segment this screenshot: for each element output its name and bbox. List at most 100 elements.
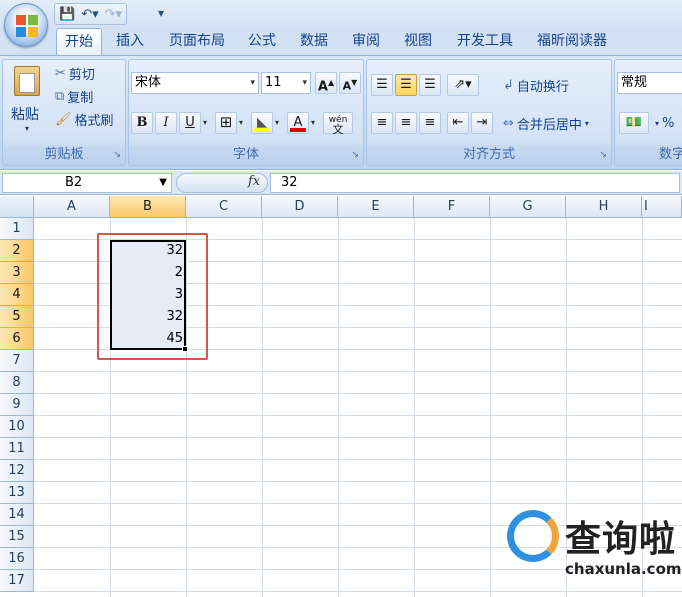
name-box[interactable]: B2 ▼ xyxy=(2,173,172,193)
cut-button[interactable]: ✂ 剪切 xyxy=(55,64,95,83)
font-launcher-icon[interactable]: ↘ xyxy=(351,150,359,160)
phonetic-char-icon: 文 xyxy=(332,123,344,136)
align-middle-icon: ☰ xyxy=(400,77,412,92)
row-header-10[interactable]: 10 xyxy=(0,416,34,438)
wrap-text-label: 自动换行 xyxy=(516,80,569,95)
shrink-font-glyph: A xyxy=(342,79,352,93)
row-header-1[interactable]: 1 xyxy=(0,218,34,240)
clipboard-launcher-icon[interactable]: ↘ xyxy=(113,150,121,160)
column-header-d[interactable]: D xyxy=(262,196,338,218)
office-button[interactable] xyxy=(4,3,48,47)
align-right-button[interactable]: ≡ xyxy=(419,112,441,134)
merge-cells-icon: ⇔ xyxy=(503,116,514,131)
tab-insert[interactable]: 插入 xyxy=(108,28,152,55)
paste-dropdown-icon[interactable]: ▾ xyxy=(25,124,29,133)
insert-function-button[interactable]: fx xyxy=(248,174,260,189)
row-header-16[interactable]: 16 xyxy=(0,548,34,570)
orientation-button[interactable]: ⇗▾ xyxy=(447,74,479,96)
row-header-9[interactable]: 9 xyxy=(0,394,34,416)
row-header-7[interactable]: 7 xyxy=(0,350,34,372)
bold-button[interactable]: B xyxy=(131,112,153,134)
alignment-launcher-icon[interactable]: ↘ xyxy=(599,150,607,160)
paintbrush-icon: 🖌 xyxy=(55,112,72,127)
underline-button[interactable]: U xyxy=(179,112,201,134)
select-all-button[interactable] xyxy=(0,196,34,218)
row-header-6[interactable]: 6 xyxy=(0,328,34,350)
phonetic-guide-button[interactable]: wén 文 xyxy=(323,112,353,136)
column-header-b[interactable]: B xyxy=(110,196,186,218)
tab-page-layout[interactable]: 页面布局 xyxy=(160,28,234,55)
column-header-f[interactable]: F xyxy=(414,196,490,218)
column-header-g[interactable]: G xyxy=(490,196,566,218)
column-header-c[interactable]: C xyxy=(186,196,262,218)
column-header-i[interactable]: I xyxy=(642,196,682,218)
font-color-dropdown-icon[interactable]: ▾ xyxy=(311,118,315,127)
column-header-a[interactable]: A xyxy=(34,196,110,218)
align-top-button[interactable]: ☰ xyxy=(371,74,393,96)
merge-center-button[interactable]: ⇔ 合并后居中 ▾ xyxy=(503,114,589,133)
row-header-2[interactable]: 2 xyxy=(0,240,34,262)
increase-indent-icon: ⇥ xyxy=(476,115,488,130)
column-header-e[interactable]: E xyxy=(338,196,414,218)
italic-button[interactable]: I xyxy=(155,112,177,134)
decrease-indent-button[interactable]: ⇤ xyxy=(447,112,469,134)
row-header-15[interactable]: 15 xyxy=(0,526,34,548)
align-left-button[interactable]: ≡ xyxy=(371,112,393,134)
paste-button[interactable]: 粘贴 ▾ xyxy=(7,64,49,136)
row-header-14[interactable]: 14 xyxy=(0,504,34,526)
font-group: 宋体 ▾ 11 ▾ A▲ A▼ B I U ▾ ⊞ ▾ ◣ ▾ A ▾ wén 文 字… xyxy=(128,59,364,166)
row-header-17[interactable]: 17 xyxy=(0,570,34,592)
increase-indent-button[interactable]: ⇥ xyxy=(471,112,493,134)
highlight-annotation-box xyxy=(97,233,208,360)
grow-font-button[interactable]: A▲ xyxy=(315,72,337,94)
font-size-combo[interactable]: 11 ▾ xyxy=(261,72,311,94)
percent-button[interactable]: ▾% xyxy=(655,116,674,131)
row-header-13[interactable]: 13 xyxy=(0,482,34,504)
tab-formulas[interactable]: 公式 xyxy=(240,28,284,55)
borders-dropdown-icon[interactable]: ▾ xyxy=(239,118,243,127)
shrink-font-button[interactable]: A▼ xyxy=(339,72,361,94)
fill-color-dropdown-icon[interactable]: ▾ xyxy=(275,118,279,127)
number-format-combo[interactable]: 常规 xyxy=(617,72,682,94)
undo-icon[interactable]: ↶▾ xyxy=(81,7,98,22)
tab-view[interactable]: 视图 xyxy=(396,28,440,55)
format-painter-button[interactable]: 🖌 格式刷 xyxy=(55,110,114,129)
formula-input[interactable]: 32 xyxy=(270,173,680,193)
wrap-text-button[interactable]: ↲ 自动换行 xyxy=(503,76,569,95)
alignment-group: ☰ ☰ ☰ ⇗▾ ≡ ≡ ≡ ⇤ ⇥ ↲ 自动换行 ⇔ 合并后居中 ▾ 对齐方式 ↘ xyxy=(366,59,612,166)
clipboard-icon xyxy=(14,66,40,96)
underline-dropdown-icon[interactable]: ▾ xyxy=(203,118,207,127)
column-header-h[interactable]: H xyxy=(566,196,642,218)
accounting-format-button[interactable]: 💵 xyxy=(619,112,649,134)
tab-home[interactable]: 开始 xyxy=(56,28,102,55)
ribbon-tabs: 开始 插入 页面布局 公式 数据 审阅 视图 开发工具 福昕阅读器 xyxy=(0,28,682,55)
fill-color-button[interactable]: ◣ xyxy=(251,112,273,134)
row-header-12[interactable]: 12 xyxy=(0,460,34,482)
align-middle-button[interactable]: ☰ xyxy=(395,74,417,96)
row-header-5[interactable]: 5 xyxy=(0,306,34,328)
align-bottom-button[interactable]: ☰ xyxy=(419,74,441,96)
font-name-combo[interactable]: 宋体 ▾ xyxy=(131,72,259,94)
borders-button[interactable]: ⊞ xyxy=(215,112,237,134)
currency-icon: 💵 xyxy=(625,115,643,130)
tab-review[interactable]: 审阅 xyxy=(344,28,388,55)
grow-font-glyph: A xyxy=(317,79,328,95)
row-header-11[interactable]: 11 xyxy=(0,438,34,460)
copy-button[interactable]: ⧉ 复制 xyxy=(55,87,93,106)
row-header-4[interactable]: 4 xyxy=(0,284,34,306)
customize-icon[interactable]: ▾ xyxy=(158,6,164,20)
font-color-button[interactable]: A xyxy=(287,112,309,134)
alignment-group-label: 对齐方式 xyxy=(367,145,611,165)
align-bottom-icon: ☰ xyxy=(424,77,436,92)
row-header-3[interactable]: 3 xyxy=(0,262,34,284)
tab-foxit-reader[interactable]: 福昕阅读器 xyxy=(528,28,616,55)
align-center-button[interactable]: ≡ xyxy=(395,112,417,134)
tab-developer[interactable]: 开发工具 xyxy=(448,28,522,55)
save-icon[interactable]: 💾 xyxy=(59,7,75,22)
cut-label: 剪切 xyxy=(68,68,95,83)
redo-icon[interactable]: ↷▾ xyxy=(105,7,122,22)
row-header-8[interactable]: 8 xyxy=(0,372,34,394)
decrease-indent-icon: ⇤ xyxy=(452,115,464,130)
align-right-icon: ≡ xyxy=(424,115,436,130)
tab-data[interactable]: 数据 xyxy=(292,28,336,55)
